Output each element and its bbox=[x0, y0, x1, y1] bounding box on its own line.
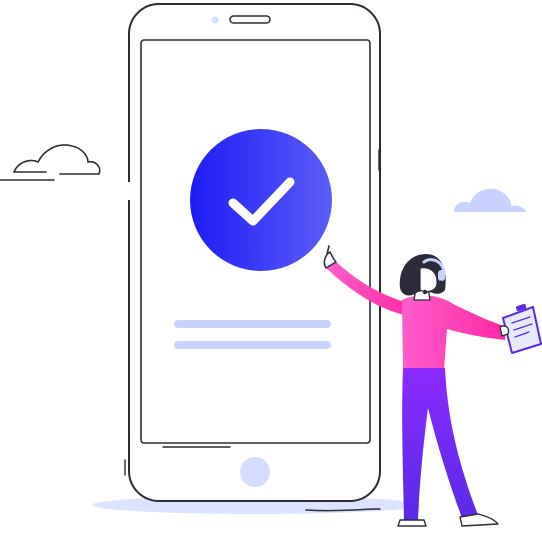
cloud-icon bbox=[0, 144, 101, 181]
illustration-scene bbox=[0, 3, 542, 527]
front-camera bbox=[211, 16, 219, 24]
speaker-slot bbox=[229, 15, 271, 24]
clipboard-icon bbox=[499, 303, 542, 354]
home-button[interactable] bbox=[240, 457, 270, 487]
success-badge bbox=[190, 129, 332, 271]
cloud-icon bbox=[454, 188, 527, 212]
